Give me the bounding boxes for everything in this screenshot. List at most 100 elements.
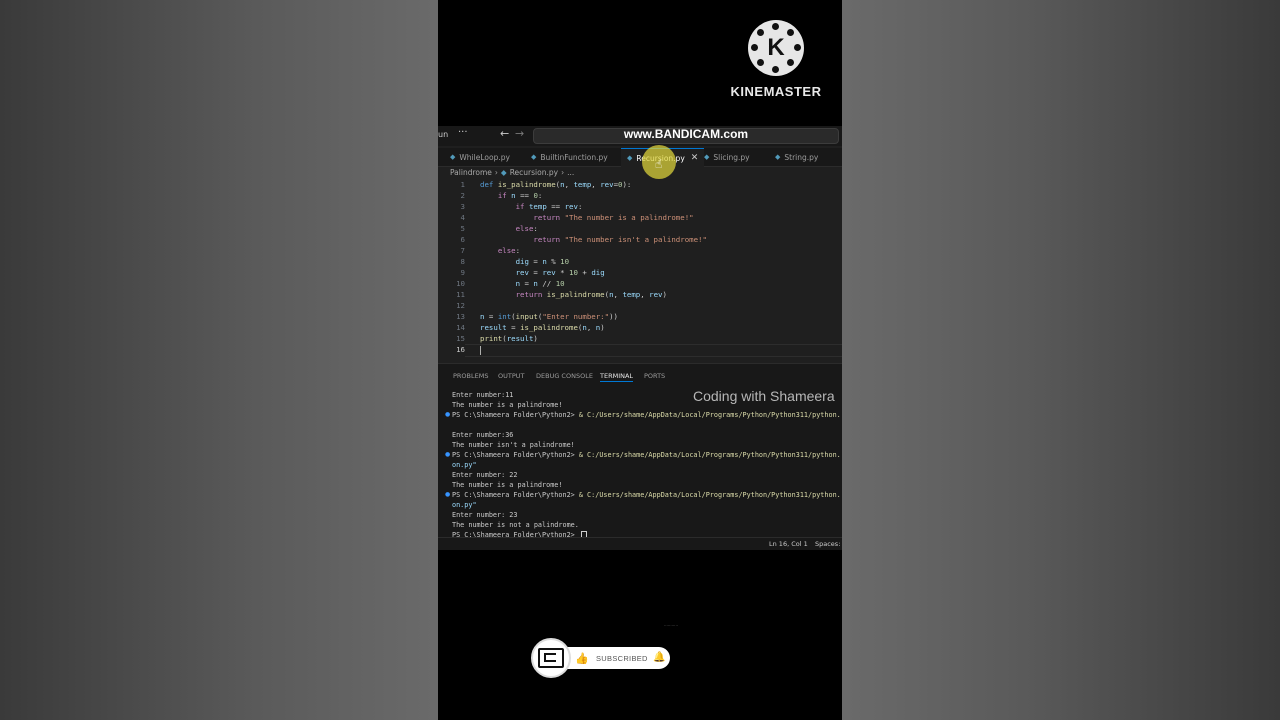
code-line[interactable]: 15 print(result) <box>438 333 842 344</box>
code-text: if temp == rev: <box>515 202 583 211</box>
terminal-prompt: PS C:\Shameera Folder\Python2> <box>452 491 579 499</box>
code-editor[interactable]: 1 def is_palindrome(n, temp, rev=0): 2 if… <box>438 179 842 359</box>
code-line[interactable]: 2 if n == 0: <box>438 190 842 201</box>
line-number: 7 <box>460 246 465 255</box>
tab-string[interactable]: ◆ String.py <box>775 148 818 166</box>
breadcrumb-more[interactable]: ... <box>567 168 574 177</box>
channel-logo-icon <box>531 638 571 678</box>
code-text: if n == 0: <box>497 191 543 200</box>
status-bar: Ln 16, Col 1 Spaces: 4 <box>438 537 842 550</box>
chevron-right-icon: › <box>494 168 498 177</box>
tab-builtinfunction[interactable]: ◆ BuiltinFunction.py <box>531 148 608 166</box>
terminal-line: PS C:\Shameera Folder\Python2> & C:/User… <box>452 490 841 500</box>
breadcrumb: Palindrome › ◆ Recursion.py ›... <box>450 168 574 177</box>
back-arrow-icon[interactable]: ← <box>500 127 509 140</box>
code-line[interactable]: 11 return is_palindrome(n, temp, rev) <box>438 289 842 300</box>
code-line[interactable]: 14 result = is_palindrome(n, n) <box>438 322 842 333</box>
python-file-icon: ◆ <box>500 168 507 177</box>
line-number: 15 <box>456 334 465 343</box>
tab-label: String.py <box>784 152 819 162</box>
line-number: 3 <box>460 202 465 211</box>
code-line[interactable]: 10 n = n // 10 <box>438 278 842 289</box>
tab-terminal[interactable]: TERMINAL <box>600 372 634 382</box>
terminal-line: Enter number:36 <box>452 431 514 439</box>
terminal-status-dot-icon: ● <box>445 451 451 458</box>
terminal-line: The number is not a palindrome. <box>452 521 579 529</box>
terminal-line: Enter number: 23 <box>452 511 518 519</box>
code-line[interactable]: 12 <box>438 300 842 311</box>
code-text: def is_palindrome(n, temp, rev=0): <box>480 180 632 189</box>
text-caret <box>480 346 481 355</box>
tab-problems[interactable]: PROBLEMS <box>453 372 488 380</box>
breadcrumb-folder[interactable]: Palindrome <box>450 168 492 177</box>
subscribed-label: SUBSCRIBED <box>596 654 648 663</box>
code-line[interactable]: 13 n = int(input("Enter number:")) <box>438 311 842 322</box>
cursor-position[interactable]: Ln 16, Col 1 <box>769 540 808 548</box>
tab-ports[interactable]: PORTS <box>644 372 665 380</box>
bell-icon[interactable]: 🔔 <box>653 652 665 663</box>
code-line[interactable]: 5 else: <box>438 223 842 234</box>
vscode-window: un ··· ← → www.BANDICAM.com ◆ WhileLoop.… <box>438 126 842 550</box>
tab-label: Slicing.py <box>713 152 750 162</box>
title-bar: un ··· ← → www.BANDICAM.com <box>438 126 842 146</box>
terminal-line: Enter number: 22 <box>452 471 518 479</box>
python-file-icon: ◆ <box>775 153 781 161</box>
line-number: 10 <box>456 279 465 288</box>
code-line[interactable]: 7 else: <box>438 245 842 256</box>
line-number: 12 <box>456 301 465 310</box>
kinemaster-logo-letter: K <box>767 34 785 61</box>
terminal-prompt: PS C:\Shameera Folder\Python2> <box>452 411 579 419</box>
terminal-line: The number is a palindrome! <box>452 401 563 409</box>
line-number: 4 <box>460 213 465 222</box>
code-text: dig = n % 10 <box>515 257 570 266</box>
chevron-right-icon: › <box>561 168 565 177</box>
line-number: 1 <box>460 180 465 189</box>
kinemaster-logo-icon: K <box>748 20 804 76</box>
code-text: else: <box>515 224 538 233</box>
terminal-line: The number is a palindrome! <box>452 481 563 489</box>
code-text: return "The number is a palindrome!" <box>533 213 694 222</box>
more-menu-icon[interactable]: ··· <box>458 127 468 138</box>
code-text: rev = rev * 10 + dig <box>515 268 605 277</box>
tab-slicing[interactable]: ◆ Slicing.py <box>704 148 750 166</box>
kinemaster-watermark: KINEMASTER <box>730 84 822 99</box>
code-text: return "The number isn't a palindrome!" <box>533 235 707 244</box>
hand-pointer-icon: ☝ <box>655 157 663 171</box>
forward-arrow-icon[interactable]: → <box>515 127 524 140</box>
python-file-icon: ◆ <box>450 153 456 161</box>
terminal-status-dot-icon: ● <box>445 491 451 498</box>
code-line[interactable]: 3 if temp == rev: <box>438 201 842 212</box>
tab-debug-console[interactable]: DEBUG CONSOLE <box>536 372 593 380</box>
indentation-setting[interactable]: Spaces: 4 <box>815 540 842 548</box>
terminal-command: & C:/Users/shame/AppData/Local/Programs/… <box>578 451 841 459</box>
code-line[interactable]: 16 <box>438 344 842 355</box>
terminal-status-dot-icon: ● <box>445 411 451 418</box>
terminal-line: PS C:\Shameera Folder\Python2> & C:/User… <box>452 450 841 460</box>
terminal-prompt: PS C:\Shameera Folder\Python2> <box>452 451 579 459</box>
code-text: result = is_palindrome(n, n) <box>480 323 605 332</box>
code-line[interactable]: 9 rev = rev * 10 + dig <box>438 267 842 278</box>
bandicam-watermark: www.BANDICAM.com <box>623 127 749 141</box>
line-number: 11 <box>456 290 465 299</box>
menu-run[interactable]: un <box>438 130 448 139</box>
tab-whileloop[interactable]: ◆ WhileLoop.py <box>450 148 510 166</box>
line-number: 13 <box>456 312 465 321</box>
code-line[interactable]: 8 dig = n % 10 <box>438 256 842 267</box>
python-file-icon: ◆ <box>627 154 633 162</box>
tab-output[interactable]: OUTPUT <box>498 372 525 380</box>
terminal-line: The number isn't a palindrome! <box>452 441 575 449</box>
tab-label: BuiltinFunction.py <box>540 152 608 162</box>
code-line[interactable]: 6 return "The number isn't a palindrome!… <box>438 234 842 245</box>
editor-tabs: ◆ WhileLoop.py ◆ BuiltinFunction.py ◆ Re… <box>438 148 842 167</box>
thumbs-up-icon[interactable]: 👍 <box>575 652 589 665</box>
close-tab-icon[interactable]: ✕ <box>691 153 699 163</box>
code-line[interactable]: 1 def is_palindrome(n, temp, rev=0): <box>438 179 842 190</box>
code-line[interactable]: 4 return "The number is a palindrome!" <box>438 212 842 223</box>
line-number: 9 <box>460 268 465 277</box>
tiny-caption: ........... <box>664 622 678 627</box>
terminal-command: & C:/Users/shame/AppData/Local/Programs/… <box>578 491 841 499</box>
line-number: 16 <box>456 345 465 354</box>
breadcrumb-file[interactable]: Recursion.py <box>510 168 558 177</box>
line-number: 14 <box>456 323 465 332</box>
code-text: else: <box>497 246 521 255</box>
